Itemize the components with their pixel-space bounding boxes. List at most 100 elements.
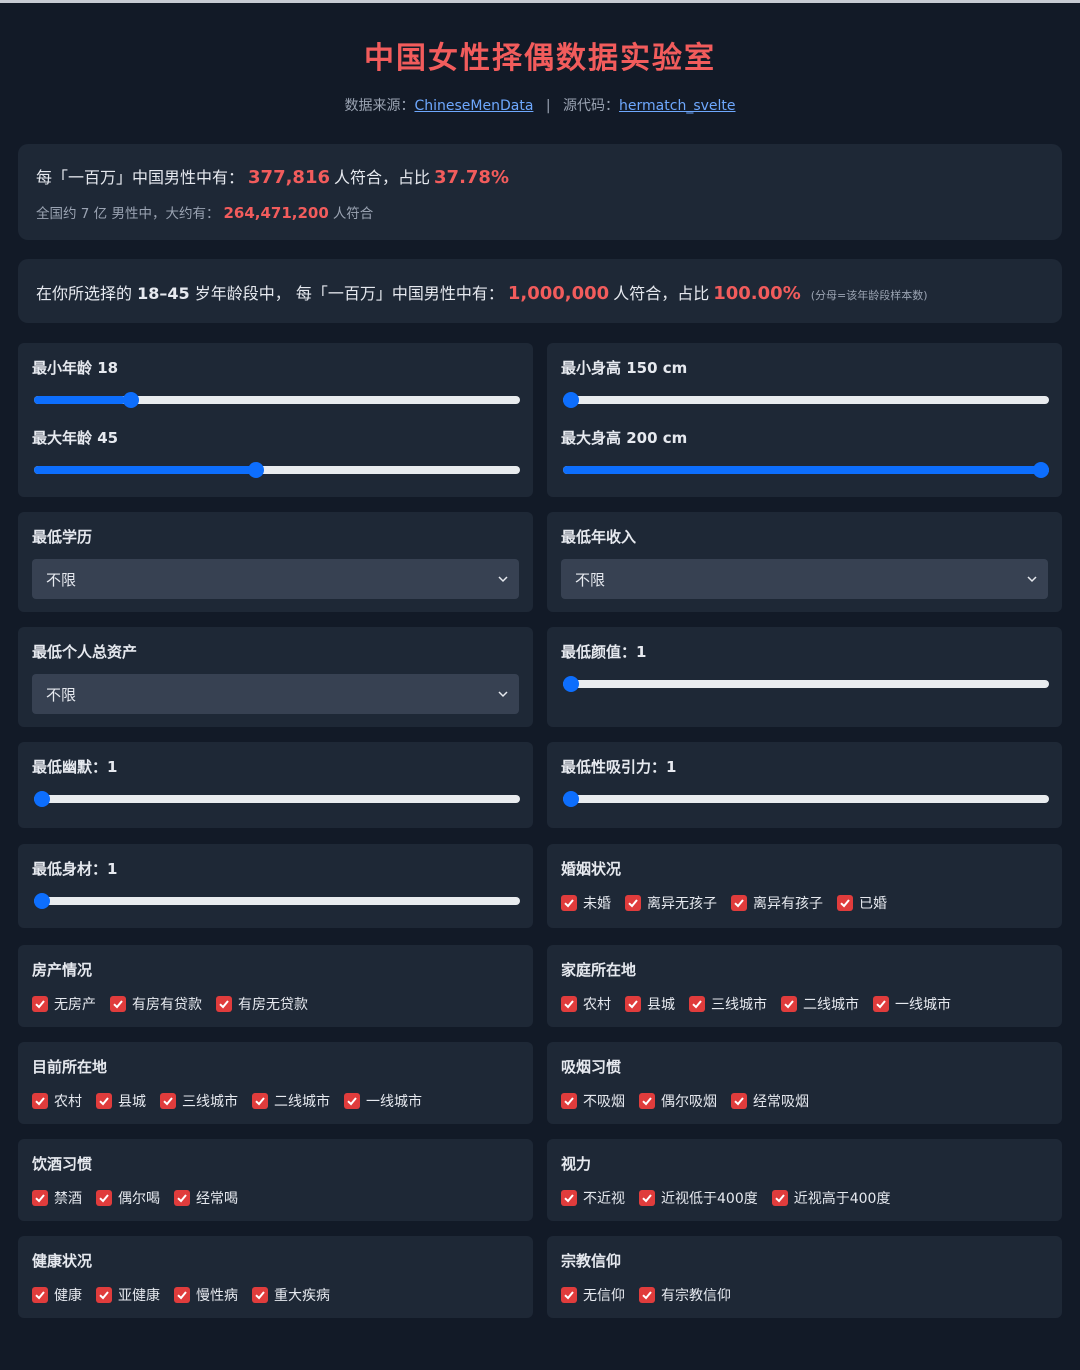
current-options: 农村 县城 三线城市 二线城市 一线城市 bbox=[32, 1091, 519, 1111]
checkbox-label: 偶尔喝 bbox=[118, 1191, 160, 1207]
checkbox-checked-icon[interactable] bbox=[32, 1287, 48, 1303]
checkbox-checked-icon[interactable] bbox=[32, 996, 48, 1012]
checkbox-checked-icon[interactable] bbox=[731, 895, 747, 911]
checkbox-label: 健康 bbox=[54, 1288, 82, 1304]
separator: | bbox=[545, 98, 551, 114]
checkbox-option[interactable]: 不吸烟 bbox=[561, 1091, 625, 1111]
checkbox-option[interactable]: 二线城市 bbox=[781, 994, 859, 1014]
checkbox-checked-icon[interactable] bbox=[561, 996, 577, 1012]
checkbox-checked-icon[interactable] bbox=[689, 996, 705, 1012]
checkbox-checked-icon[interactable] bbox=[625, 895, 641, 911]
checkbox-option[interactable]: 一线城市 bbox=[873, 994, 951, 1014]
slider-thumb[interactable] bbox=[34, 791, 50, 807]
checkbox-option[interactable]: 未婚 bbox=[561, 893, 611, 913]
checkbox-option[interactable]: 不近视 bbox=[561, 1188, 625, 1208]
checkbox-checked-icon[interactable] bbox=[174, 1190, 190, 1206]
checkbox-option[interactable]: 近视低于400度 bbox=[639, 1188, 758, 1208]
checkbox-option[interactable]: 三线城市 bbox=[689, 994, 767, 1014]
humor-panel: 最低幽默：1 bbox=[18, 742, 533, 828]
slider-thumb[interactable] bbox=[1033, 462, 1049, 478]
checkbox-checked-icon[interactable] bbox=[561, 1190, 577, 1206]
checkbox-checked-icon[interactable] bbox=[625, 996, 641, 1012]
income-select[interactable]: 不限 bbox=[561, 559, 1048, 599]
max-height-slider[interactable] bbox=[563, 462, 1049, 478]
checkbox-option[interactable]: 偶尔吸烟 bbox=[639, 1091, 717, 1111]
code-link[interactable]: hermatch_svelte bbox=[619, 98, 735, 114]
checkbox-checked-icon[interactable] bbox=[771, 1190, 788, 1206]
figure-slider[interactable] bbox=[34, 893, 520, 909]
checkbox-checked-icon[interactable] bbox=[96, 1190, 112, 1206]
checkbox-option[interactable]: 已婚 bbox=[837, 893, 887, 913]
source-link[interactable]: ChineseMenData bbox=[414, 98, 533, 114]
checkbox-option[interactable]: 离异无孩子 bbox=[625, 893, 717, 913]
chevron-down-icon bbox=[498, 691, 508, 698]
checkbox-option[interactable]: 县城 bbox=[625, 994, 675, 1014]
checkbox-checked-icon[interactable] bbox=[96, 1093, 112, 1109]
checkbox-checked-icon[interactable] bbox=[561, 1287, 577, 1303]
checkbox-checked-icon[interactable] bbox=[252, 1093, 268, 1109]
checkbox-option[interactable]: 有房无贷款 bbox=[216, 994, 308, 1014]
assets-select[interactable]: 不限 bbox=[32, 674, 519, 714]
checkbox-checked-icon[interactable] bbox=[160, 1093, 176, 1109]
slider-thumb[interactable] bbox=[34, 893, 50, 909]
checkbox-option[interactable]: 农村 bbox=[561, 994, 611, 1014]
max-age-slider[interactable] bbox=[34, 462, 520, 478]
min-height-slider[interactable] bbox=[563, 392, 1049, 408]
checkbox-option[interactable]: 慢性病 bbox=[174, 1285, 238, 1305]
slider-thumb[interactable] bbox=[563, 791, 579, 807]
checkbox-option[interactable]: 有房有贷款 bbox=[110, 994, 202, 1014]
checkbox-option[interactable]: 二线城市 bbox=[252, 1091, 330, 1111]
humor-slider[interactable] bbox=[34, 791, 520, 807]
checkbox-checked-icon[interactable] bbox=[639, 1190, 655, 1206]
checkbox-checked-icon[interactable] bbox=[837, 895, 853, 911]
checkbox-option[interactable]: 农村 bbox=[32, 1091, 82, 1111]
checkbox-checked-icon[interactable] bbox=[174, 1287, 190, 1303]
age-summary-mid1: 岁年龄段中， bbox=[194, 284, 291, 303]
slider-thumb[interactable] bbox=[123, 392, 140, 408]
checkbox-checked-icon[interactable] bbox=[639, 1287, 655, 1303]
slider-thumb[interactable] bbox=[563, 676, 579, 692]
checkbox-option[interactable]: 经常吸烟 bbox=[731, 1091, 809, 1111]
checkbox-checked-icon[interactable] bbox=[781, 996, 797, 1012]
current-label: 目前所在地 bbox=[32, 1058, 108, 1076]
max-age-label: 最大年龄 45 bbox=[32, 429, 119, 447]
attraction-slider[interactable] bbox=[563, 791, 1049, 807]
min-age-label: 最小年龄 18 bbox=[32, 359, 119, 377]
checkbox-checked-icon[interactable] bbox=[344, 1093, 360, 1109]
checkbox-checked-icon[interactable] bbox=[639, 1093, 655, 1109]
slider-thumb[interactable] bbox=[247, 462, 264, 478]
checkbox-option[interactable]: 离异有孩子 bbox=[731, 893, 823, 913]
checkbox-option[interactable]: 有宗教信仰 bbox=[639, 1285, 731, 1305]
looks-slider[interactable] bbox=[563, 676, 1049, 692]
checkbox-checked-icon[interactable] bbox=[32, 1190, 48, 1206]
checkbox-option[interactable]: 一线城市 bbox=[344, 1091, 422, 1111]
checkbox-option[interactable]: 三线城市 bbox=[160, 1091, 238, 1111]
checkbox-option[interactable]: 禁酒 bbox=[32, 1188, 82, 1208]
checkbox-option[interactable]: 重大疾病 bbox=[252, 1285, 330, 1305]
checkbox-checked-icon[interactable] bbox=[561, 895, 577, 911]
checkbox-option[interactable]: 近视高于400度 bbox=[771, 1188, 890, 1208]
checkbox-option[interactable]: 无信仰 bbox=[561, 1285, 625, 1305]
checkbox-checked-icon[interactable] bbox=[216, 996, 232, 1012]
checkbox-option[interactable]: 偶尔喝 bbox=[96, 1188, 160, 1208]
checkbox-checked-icon[interactable] bbox=[252, 1287, 268, 1303]
source-label: 数据来源： bbox=[344, 98, 415, 114]
checkbox-option[interactable]: 县城 bbox=[96, 1091, 146, 1111]
checkbox-option[interactable]: 健康 bbox=[32, 1285, 82, 1305]
checkbox-checked-icon[interactable] bbox=[873, 996, 889, 1012]
checkbox-label: 未婚 bbox=[583, 896, 611, 912]
education-select[interactable]: 不限 bbox=[32, 559, 519, 599]
checkbox-checked-icon[interactable] bbox=[561, 1093, 577, 1109]
checkbox-checked-icon[interactable] bbox=[96, 1287, 112, 1303]
checkbox-label: 经常吸烟 bbox=[753, 1094, 809, 1110]
checkbox-option[interactable]: 无房产 bbox=[32, 994, 96, 1014]
checkbox-option[interactable]: 经常喝 bbox=[174, 1188, 238, 1208]
checkbox-checked-icon[interactable] bbox=[32, 1093, 48, 1109]
age-summary-percent: 100.00% bbox=[713, 283, 801, 304]
min-age-slider[interactable] bbox=[34, 392, 520, 408]
slider-thumb[interactable] bbox=[563, 392, 579, 408]
checkbox-checked-icon[interactable] bbox=[110, 996, 126, 1012]
checkbox-label: 禁酒 bbox=[54, 1191, 82, 1207]
checkbox-checked-icon[interactable] bbox=[731, 1093, 747, 1109]
checkbox-option[interactable]: 亚健康 bbox=[96, 1285, 160, 1305]
